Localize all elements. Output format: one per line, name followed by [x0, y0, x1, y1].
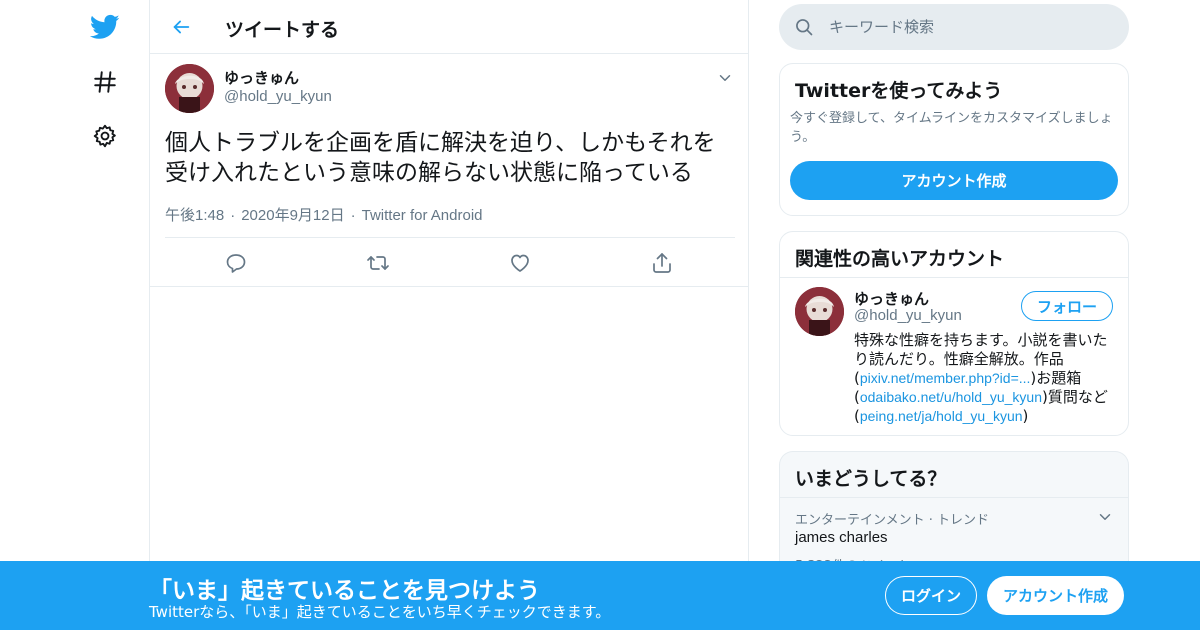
author-name[interactable]: ゆっきゅん [224, 67, 299, 88]
main-column: ツイートする ゆっきゅん @hold_yu_kyun 個人トラブルを企画を盾に解… [149, 0, 749, 630]
signup-banner: 「いま」起きていることを見つけよう Twitterなら、「いま」起きていることを… [0, 561, 1200, 630]
divider [780, 497, 1128, 498]
trend-category: エンターテインメント · トレンド [795, 513, 990, 528]
trend-name[interactable]: james charles [795, 529, 888, 546]
banner-create-account-button[interactable]: アカウント作成 [987, 576, 1124, 615]
avatar[interactable] [795, 287, 844, 336]
retweet-icon[interactable] [366, 251, 390, 275]
like-icon[interactable] [508, 251, 532, 275]
bio-link-odaibako[interactable]: odaibako.net/u/hold_yu_kyun [860, 389, 1042, 405]
tweet-text: 個人トラブルを企画を盾に解決を迫り、しかもそれを 受け入れたという意味の解らない… [165, 128, 740, 188]
chevron-down-icon[interactable] [1096, 508, 1114, 526]
avatar[interactable] [165, 64, 214, 113]
reply-icon[interactable] [224, 251, 248, 275]
trends-card-title: いまどうしてる？ [795, 468, 947, 490]
share-icon[interactable] [650, 251, 674, 275]
bio-link-peing[interactable]: peing.net/ja/hold_yu_kyun [860, 408, 1023, 424]
search-bar[interactable] [779, 4, 1129, 50]
related-user-name[interactable]: ゆっきゅん [854, 288, 929, 309]
divider [780, 277, 1128, 278]
signup-card-description: 今すぐ登録して、タイムラインをカスタマイズしましょう。 [790, 111, 1113, 145]
create-account-button[interactable]: アカウント作成 [790, 161, 1118, 200]
follow-button[interactable]: フォロー [1021, 291, 1113, 321]
user-bio: 特殊な性癖を持ちます。小説を書いたり読んだり。性癖全解放。作品(pixiv.ne… [854, 331, 1116, 426]
tweet-meta: 午後1:48 · 2020年9月12日 · Twitter for Android [165, 204, 483, 225]
gear-icon[interactable] [86, 117, 124, 155]
tweet-detail: ゆっきゅん @hold_yu_kyun 個人トラブルを企画を盾に解決を迫り、しか… [150, 54, 748, 287]
author-handle[interactable]: @hold_yu_kyun [224, 88, 332, 105]
search-icon [794, 17, 814, 37]
related-accounts-card: 関連性の高いアカウント ゆっきゅん @hold_yu_kyun フォロー 特殊な… [779, 231, 1129, 436]
tweet-text-line: 個人トラブルを企画を盾に解決を迫り、しかもそれを [165, 130, 716, 156]
bio-text: ) [1022, 407, 1029, 425]
bio-link-pixiv[interactable]: pixiv.net/member.php?id=... [860, 370, 1031, 386]
meta-separator: · [230, 207, 236, 224]
page-header: ツイートする [150, 0, 748, 54]
related-card-title: 関連性の高いアカウント [795, 248, 1005, 270]
twitter-logo-icon[interactable] [86, 8, 124, 46]
tweet-text-line: 受け入れたという意味の解らない状態に陥っている [165, 160, 693, 186]
banner-title: 「いま」起きていることを見つけよう [149, 578, 540, 604]
signup-card-title: Twitterを使ってみよう [795, 80, 1003, 102]
meta-separator: · [350, 207, 356, 224]
chevron-down-icon[interactable] [716, 69, 734, 87]
hashtag-icon[interactable] [86, 63, 124, 101]
tweet-time[interactable]: 午後1:48 [165, 207, 224, 224]
page-title: ツイートする [225, 19, 340, 41]
signup-card: Twitterを使ってみよう 今すぐ登録して、タイムラインをカスタマイズしましょ… [779, 63, 1129, 216]
arrow-left-icon[interactable] [166, 12, 196, 42]
tweet-source[interactable]: Twitter for Android [362, 207, 483, 224]
related-user-handle[interactable]: @hold_yu_kyun [854, 307, 962, 324]
tweet-actions [165, 237, 735, 287]
search-input[interactable] [829, 4, 1109, 50]
banner-subtitle: Twitterなら、「いま」起きていることをいち早くチェックできます。 [149, 603, 611, 621]
login-button[interactable]: ログイン [885, 576, 977, 615]
tweet-date[interactable]: 2020年9月12日 [241, 207, 344, 224]
